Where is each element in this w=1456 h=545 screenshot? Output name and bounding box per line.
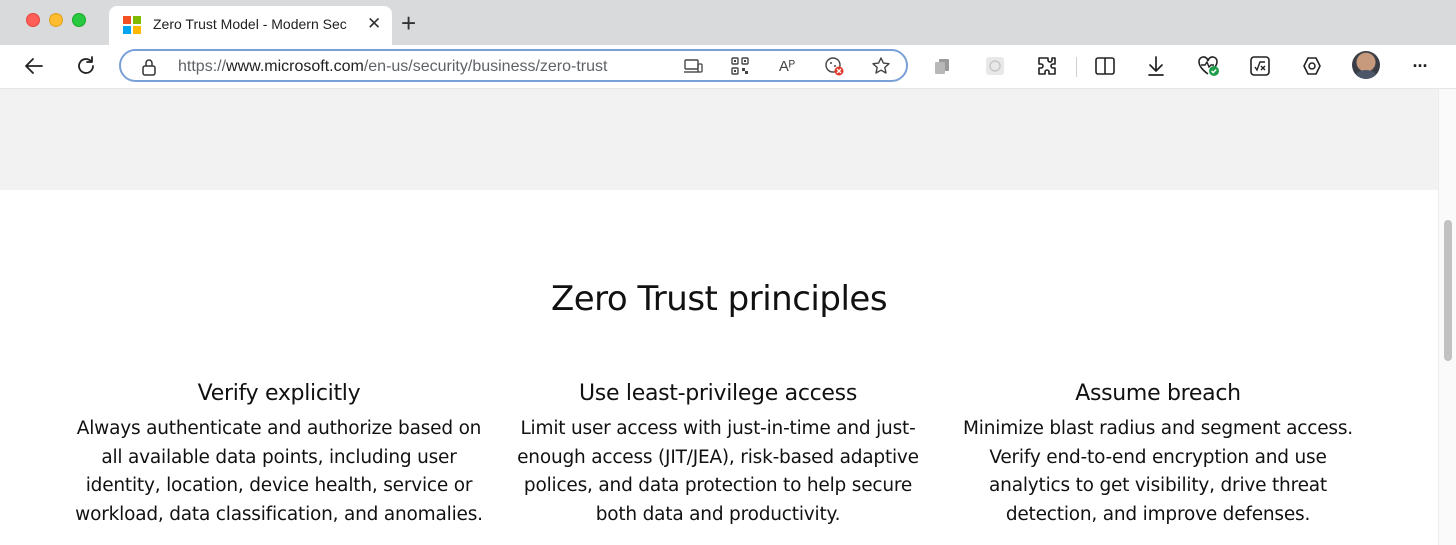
star-icon[interactable] <box>869 55 893 77</box>
download-icon[interactable] <box>1143 53 1169 79</box>
principle-least-privilege: Use least-privilege access Limit user ac… <box>513 381 923 529</box>
principle-title: Verify explicitly <box>197 381 361 406</box>
profile-avatar[interactable] <box>1352 51 1380 79</box>
toolbar-divider <box>1076 57 1077 77</box>
tracking-prevention-icon[interactable] <box>823 55 847 77</box>
principle-assume-breach: Assume breach Minimize blast radius and … <box>953 381 1363 529</box>
math-solver-icon[interactable] <box>1247 53 1273 79</box>
copilot-icon[interactable] <box>1299 53 1325 79</box>
lock-icon[interactable] <box>141 58 157 81</box>
section-title: Zero Trust principles <box>550 279 888 319</box>
refresh-icon[interactable] <box>73 53 99 79</box>
url-text[interactable]: https://www.microsoft.com/en-us/security… <box>178 58 607 76</box>
browser-essentials-icon[interactable] <box>1196 53 1222 79</box>
page-content: Zero Trust principles Verify explicitly … <box>0 89 1438 545</box>
principle-body: Limit user access with just-in-time and … <box>517 418 919 525</box>
address-bar[interactable]: https://www.microsoft.com/en-us/security… <box>119 49 908 82</box>
extension-icon-disabled[interactable] <box>982 53 1008 79</box>
extensions-icon[interactable] <box>1034 53 1060 79</box>
principle-body: Always authenticate and authorize based … <box>75 418 483 525</box>
close-window-button[interactable] <box>26 13 40 27</box>
split-screen-icon[interactable] <box>1092 53 1118 79</box>
principle-verify-explicitly: Verify explicitly Always authenticate an… <box>74 381 484 529</box>
microsoft-logo-icon <box>123 16 141 34</box>
scrollbar-thumb[interactable] <box>1444 220 1452 361</box>
tab-bar: Zero Trust Model - Modern Sec ✕ + <box>0 0 1456 45</box>
back-arrow-icon[interactable] <box>21 53 47 79</box>
qr-code-icon[interactable] <box>728 55 752 77</box>
collections-icon[interactable] <box>929 53 955 79</box>
tab-close-icon[interactable]: ✕ <box>367 15 381 33</box>
read-aloud-icon[interactable]: Aᴾ <box>775 55 799 77</box>
new-tab-button[interactable]: + <box>401 8 416 38</box>
principle-title: Assume breach <box>1075 381 1241 406</box>
tab-title: Zero Trust Model - Modern Sec <box>153 16 347 32</box>
principle-body: Minimize blast radius and segment access… <box>963 418 1353 525</box>
principle-title: Use least-privilege access <box>579 381 857 406</box>
maximize-window-button[interactable] <box>72 13 86 27</box>
vertical-scrollbar[interactable] <box>1438 89 1456 545</box>
app-available-icon[interactable] <box>681 55 705 77</box>
hero-placeholder <box>0 89 1438 190</box>
tab-active[interactable]: Zero Trust Model - Modern Sec ✕ <box>109 6 392 45</box>
minimize-window-button[interactable] <box>49 13 63 27</box>
more-icon[interactable]: ··· <box>1407 53 1433 79</box>
browser-toolbar: https://www.microsoft.com/en-us/security… <box>0 45 1456 89</box>
